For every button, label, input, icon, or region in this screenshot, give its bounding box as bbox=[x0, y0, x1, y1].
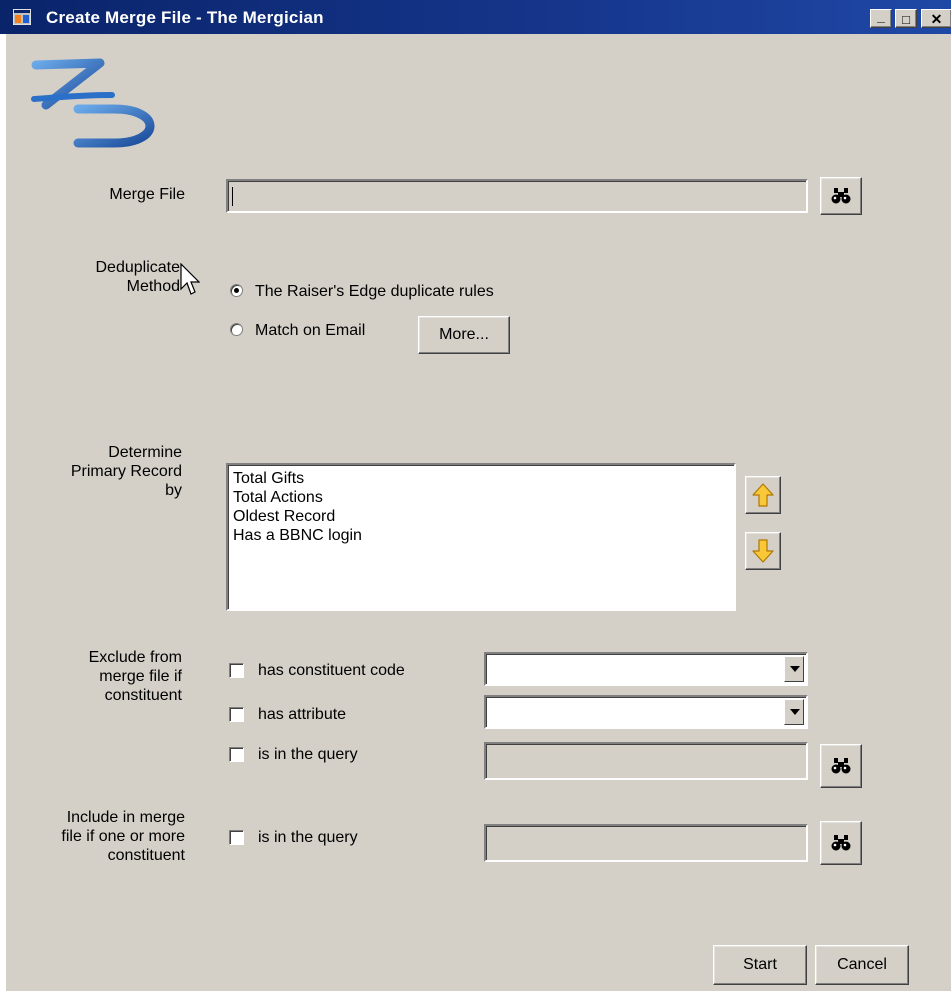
binoculars-icon bbox=[831, 758, 851, 774]
radio-selected-dot bbox=[234, 288, 239, 293]
text-cursor bbox=[232, 187, 233, 206]
move-down-button[interactable] bbox=[745, 532, 781, 570]
include-query-input[interactable] bbox=[484, 824, 808, 862]
maximize-icon: □ bbox=[902, 12, 910, 27]
exclude-label-line3: constituent bbox=[104, 687, 182, 704]
arrow-down-icon bbox=[752, 539, 774, 563]
include-label: Include in merge file if one or more con… bbox=[10, 808, 185, 865]
include-query-browse-button[interactable] bbox=[820, 821, 862, 865]
minimize-icon: _ bbox=[877, 8, 885, 24]
option-match-email-label: Match on Email bbox=[255, 322, 366, 339]
include-label-line1: Include in merge bbox=[66, 809, 185, 826]
close-icon: ✕ bbox=[930, 11, 943, 27]
radio-match-email[interactable] bbox=[230, 323, 243, 336]
radio-re-duplicate-rules[interactable] bbox=[230, 284, 243, 297]
exclude-attribute-checkbox[interactable] bbox=[229, 707, 244, 722]
list-item[interactable]: Total Gifts bbox=[228, 469, 734, 488]
merge-file-input[interactable] bbox=[226, 179, 808, 213]
exclude-query-label: is in the query bbox=[258, 746, 358, 763]
move-up-button[interactable] bbox=[745, 476, 781, 514]
binoculars-icon bbox=[831, 835, 851, 851]
binoculars-icon bbox=[831, 188, 851, 204]
primary-label: Determine Primary Record by bbox=[20, 443, 182, 500]
mouse-cursor-icon bbox=[180, 263, 200, 295]
chevron-down-icon[interactable] bbox=[784, 656, 804, 682]
maximize-button[interactable]: □ bbox=[895, 9, 917, 28]
more-button[interactable]: More... bbox=[418, 316, 510, 354]
close-button[interactable]: ✕ bbox=[921, 9, 951, 28]
logo: ZD bbox=[22, 55, 177, 150]
primary-label-line2: Primary Record bbox=[70, 463, 182, 480]
arrow-up-icon bbox=[752, 483, 774, 507]
attribute-select[interactable] bbox=[484, 695, 808, 729]
minimize-button[interactable]: _ bbox=[870, 8, 892, 28]
exclude-constituent-code-label: has constituent code bbox=[258, 662, 405, 679]
app-icon bbox=[13, 9, 31, 25]
zd-logo-icon bbox=[31, 58, 155, 148]
primary-label-line1: Determine bbox=[108, 444, 182, 461]
primary-label-line3: by bbox=[165, 482, 182, 499]
dedupe-label-line2: Method bbox=[126, 278, 180, 295]
dedupe-label: Deduplicate Method bbox=[40, 258, 181, 296]
dedupe-label-line1: Deduplicate bbox=[95, 259, 181, 276]
exclude-label: Exclude from merge file if constituent bbox=[20, 648, 182, 705]
primary-criteria-list[interactable]: Total Gifts Total Actions Oldest Record … bbox=[226, 463, 736, 611]
include-query-checkbox[interactable] bbox=[229, 830, 244, 845]
exclude-query-input[interactable] bbox=[484, 742, 808, 780]
constituent-code-select[interactable] bbox=[484, 652, 808, 686]
chevron-down-icon[interactable] bbox=[784, 699, 804, 725]
option-re-duplicate-rules-label: The Raiser's Edge duplicate rules bbox=[255, 283, 494, 300]
logo-text: ZD bbox=[177, 55, 178, 56]
merge-file-browse-button[interactable] bbox=[820, 177, 862, 215]
list-item[interactable]: Total Actions bbox=[228, 488, 734, 507]
include-label-line3: constituent bbox=[107, 847, 185, 864]
exclude-query-checkbox[interactable] bbox=[229, 747, 244, 762]
cancel-button[interactable]: Cancel bbox=[815, 945, 909, 985]
exclude-label-line1: Exclude from bbox=[88, 649, 182, 666]
list-item[interactable]: Oldest Record bbox=[228, 507, 734, 526]
window-border bbox=[0, 34, 6, 991]
merge-file-label: Merge File bbox=[109, 186, 185, 203]
exclude-constituent-code-checkbox[interactable] bbox=[229, 663, 244, 678]
include-label-line2: file if one or more bbox=[61, 828, 185, 845]
exclude-attribute-label: has attribute bbox=[258, 706, 347, 723]
exclude-label-line2: merge file if bbox=[99, 668, 182, 685]
window-title: Create Merge File - The Mergician bbox=[46, 8, 324, 27]
title-bar[interactable]: Create Merge File - The Mergician _ □ ✕ bbox=[0, 0, 951, 34]
exclude-query-browse-button[interactable] bbox=[820, 744, 862, 788]
start-button[interactable]: Start bbox=[713, 945, 807, 985]
include-query-label: is in the query bbox=[258, 829, 358, 846]
list-item[interactable]: Has a BBNC login bbox=[228, 526, 734, 545]
